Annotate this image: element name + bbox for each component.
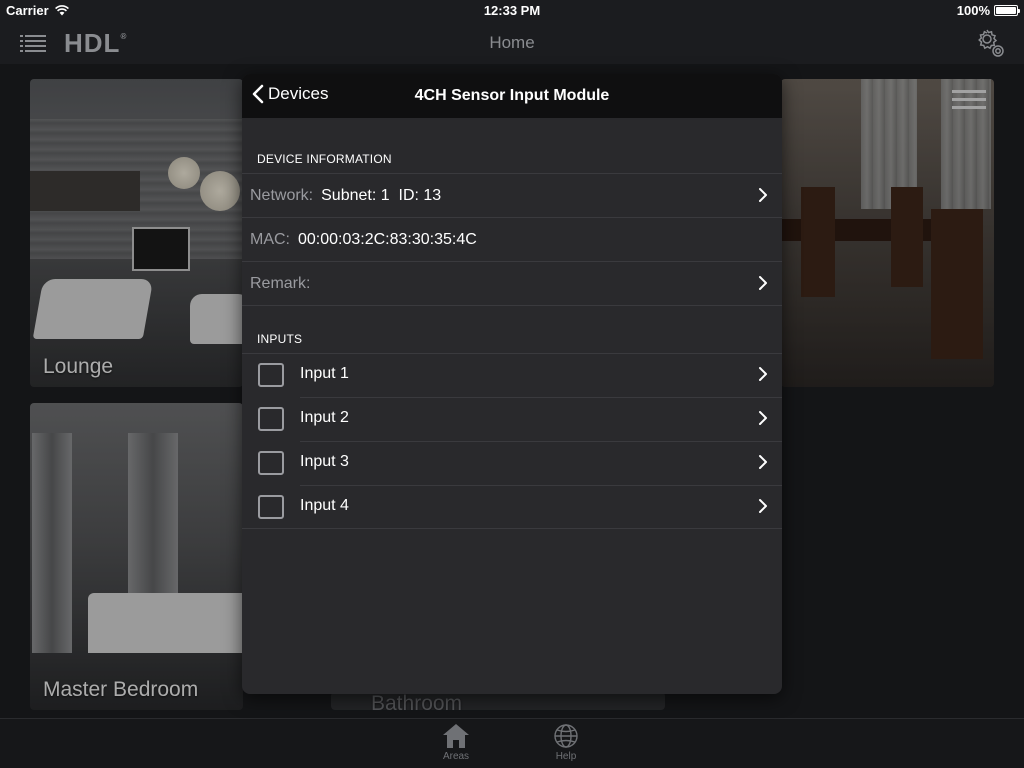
- tab-label: Help: [555, 751, 577, 762]
- section-header-inputs: INPUTS: [257, 332, 303, 346]
- remark-label: Remark:: [250, 274, 311, 292]
- chevron-right-icon: [759, 411, 767, 425]
- battery-percent: 100%: [956, 3, 990, 18]
- input-label: Input 1: [300, 365, 349, 382]
- status-bar: Carrier 12:33 PM 100%: [0, 0, 1024, 22]
- chevron-right-icon: [759, 276, 767, 290]
- network-row[interactable]: Network: Subnet: 1 ID: 13: [242, 173, 782, 217]
- tab-help[interactable]: Help: [536, 723, 596, 762]
- input-row-3[interactable]: Input 3: [242, 441, 782, 485]
- device-detail-modal: Devices 4CH Sensor Input Module DEVICE I…: [242, 74, 782, 694]
- section-header-device-info: DEVICE INFORMATION: [257, 152, 392, 166]
- divider: [242, 305, 782, 306]
- mac-value: 00:00:03:2C:83:30:35:4C: [298, 230, 477, 248]
- tab-bar: Areas Help: [0, 718, 1024, 768]
- mac-label: MAC:: [250, 230, 290, 248]
- page-title: Home: [489, 33, 535, 52]
- network-label: Network:: [250, 186, 314, 204]
- chevron-right-icon: [759, 455, 767, 469]
- chevron-right-icon: [759, 367, 767, 381]
- mac-row: MAC: 00:00:03:2C:83:30:35:4C: [242, 217, 782, 261]
- settings-gear-icon[interactable]: [974, 27, 1006, 59]
- status-right: 100%: [956, 3, 1020, 18]
- input-row-1[interactable]: Input 1: [242, 353, 782, 397]
- input-status-checkbox[interactable]: [258, 407, 284, 431]
- input-status-checkbox[interactable]: [258, 495, 284, 519]
- modal-title: 4CH Sensor Input Module: [414, 87, 610, 104]
- battery-icon: [994, 5, 1020, 16]
- tab-areas[interactable]: Areas: [426, 723, 486, 762]
- tab-label: Areas: [442, 751, 470, 762]
- input-row-2[interactable]: Input 2: [242, 397, 782, 441]
- input-label: Input 2: [300, 409, 349, 426]
- input-status-checkbox[interactable]: [258, 451, 284, 475]
- remark-row[interactable]: Remark:: [242, 261, 782, 305]
- input-label: Input 4: [300, 497, 349, 514]
- modal-header: Devices 4CH Sensor Input Module: [242, 74, 782, 118]
- chevron-right-icon: [759, 188, 767, 202]
- input-status-checkbox[interactable]: [258, 363, 284, 387]
- globe-icon: [554, 724, 578, 748]
- network-value: Subnet: 1 ID: 13: [321, 186, 442, 204]
- status-time: 12:33 PM: [483, 3, 541, 18]
- nav-bar: HDL® Home: [0, 22, 1024, 64]
- chevron-right-icon: [759, 499, 767, 513]
- input-row-4[interactable]: Input 4: [242, 485, 782, 529]
- input-label: Input 3: [300, 453, 349, 470]
- house-icon: [443, 724, 469, 748]
